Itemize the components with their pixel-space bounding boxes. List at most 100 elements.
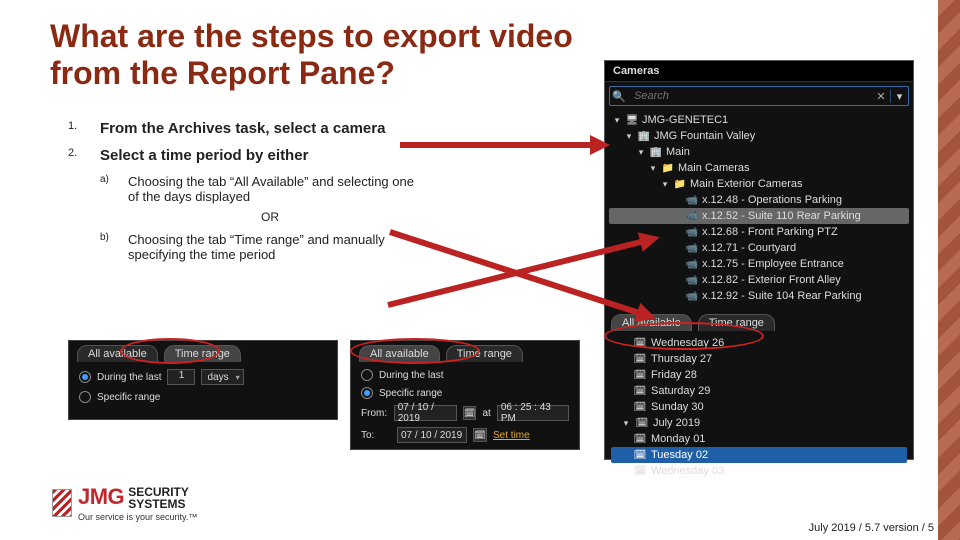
day-item[interactable]: Wednesday 03 bbox=[611, 463, 907, 479]
calendar-icon[interactable]: 🗓 bbox=[463, 406, 476, 420]
radio-specific-range[interactable] bbox=[361, 387, 373, 399]
logo-mark bbox=[52, 489, 72, 517]
tab-time-range[interactable]: Time range bbox=[446, 345, 523, 362]
cameras-panel: Cameras 🔍 ✕ ▾ ▾JMG-GENETEC1▾JMG Fountain… bbox=[604, 60, 914, 460]
footer-meta: July 2019 / 5.7 version / 5 bbox=[809, 522, 934, 534]
step-text: Select a time period by either bbox=[100, 147, 308, 164]
tree-item[interactable]: x.12.82 - Exterior Front Alley bbox=[609, 272, 909, 288]
step-2: 2. Select a time period by either bbox=[68, 147, 488, 164]
day-item[interactable]: Wednesday 26 bbox=[611, 335, 907, 351]
substep-a: a) Choosing the tab “All Available” and … bbox=[100, 174, 488, 204]
camera-tree: ▾JMG-GENETEC1▾JMG Fountain Valley▾Main▾M… bbox=[605, 110, 913, 308]
radio-label: Specific range bbox=[97, 392, 160, 403]
from-row: From: 07 / 10 / 2019 🗓 at 06 : 25 : 43 P… bbox=[351, 402, 579, 424]
search-input[interactable] bbox=[628, 87, 872, 105]
twisty-icon[interactable]: ▾ bbox=[648, 163, 658, 174]
logo-text-main: JMG bbox=[78, 484, 124, 510]
radio-during-last[interactable] bbox=[361, 369, 373, 381]
calendar-chip-icon bbox=[633, 401, 647, 413]
tree-item-label: Main Cameras bbox=[678, 162, 909, 174]
step-text: From the Archives task, select a camera bbox=[100, 120, 385, 137]
month-row[interactable]: ▾July 2019 bbox=[611, 415, 907, 431]
radio-label: During the last bbox=[379, 370, 443, 381]
day-item[interactable]: Monday 01 bbox=[611, 431, 907, 447]
calendar-chip-icon bbox=[633, 369, 647, 381]
tree-item[interactable]: x.12.75 - Employee Entrance bbox=[609, 256, 909, 272]
specific-range-row[interactable]: Specific range bbox=[351, 384, 579, 402]
day-item[interactable]: Sunday 30 bbox=[611, 399, 907, 415]
from-date-input[interactable]: 07 / 10 / 2019 bbox=[394, 405, 457, 421]
day-label: Wednesday 03 bbox=[651, 465, 724, 477]
calendar-icon[interactable]: 🗓 bbox=[473, 428, 487, 442]
radio-label: During the last bbox=[97, 372, 161, 383]
twisty-icon[interactable]: ▾ bbox=[624, 131, 634, 142]
radio-during-last[interactable] bbox=[79, 371, 91, 383]
logo-tagline: Our service is your security.™ bbox=[78, 512, 197, 522]
tree-item[interactable]: ▾JMG Fountain Valley bbox=[609, 128, 909, 144]
day-item[interactable]: Friday 28 bbox=[611, 367, 907, 383]
to-label: To: bbox=[361, 430, 391, 441]
site-icon bbox=[649, 146, 663, 158]
camera-icon bbox=[685, 242, 699, 254]
twisty-icon[interactable]: ▾ bbox=[612, 115, 622, 126]
time-range-screenshot-1: All available Time range During the last… bbox=[68, 340, 338, 420]
substeps: a) Choosing the tab “All Available” and … bbox=[100, 174, 488, 262]
twisty-icon[interactable]: ▾ bbox=[660, 179, 670, 190]
tree-item[interactable]: ▾ Main Cameras bbox=[609, 160, 909, 176]
to-date-input[interactable]: 07 / 10 / 2019 bbox=[397, 427, 467, 443]
filter-icon[interactable]: ▾ bbox=[890, 90, 908, 103]
radio-label: Specific range bbox=[379, 388, 442, 399]
tab-all-available[interactable]: All available bbox=[77, 345, 158, 362]
folder-icon bbox=[661, 162, 675, 174]
unit-select[interactable]: days bbox=[201, 369, 243, 385]
site-icon bbox=[637, 130, 651, 142]
substep-text: Choosing the tab “Time range” and manual… bbox=[128, 232, 428, 262]
day-label: Thursday 27 bbox=[651, 353, 712, 365]
clear-icon[interactable]: ✕ bbox=[872, 90, 890, 103]
day-item[interactable]: Thursday 27 bbox=[611, 351, 907, 367]
tab-time-range[interactable]: Time range bbox=[698, 314, 775, 331]
tree-item[interactable]: x.12.52 - Suite 110 Rear Parking bbox=[609, 208, 909, 224]
folder-icon bbox=[673, 178, 687, 190]
camera-icon bbox=[685, 274, 699, 286]
tree-item[interactable]: x.12.92 - Suite 104 Rear Parking bbox=[609, 288, 909, 304]
tree-item[interactable]: ▾ Main bbox=[609, 144, 909, 160]
calendar-chip-icon bbox=[633, 465, 647, 477]
day-label: Sunday 30 bbox=[651, 401, 704, 413]
set-time-link[interactable]: Set time bbox=[493, 430, 530, 441]
from-time-input[interactable]: 06 : 25 : 43 PM bbox=[497, 405, 569, 421]
step-1: 1. From the Archives task, select a came… bbox=[68, 120, 488, 137]
substep-letter: b) bbox=[100, 232, 128, 262]
day-item[interactable]: Tuesday 02 bbox=[611, 447, 907, 463]
camera-icon bbox=[685, 210, 699, 222]
during-last-row[interactable]: During the last 1 days bbox=[69, 366, 337, 388]
tree-item[interactable]: x.12.48 - Operations Parking bbox=[609, 192, 909, 208]
tree-item[interactable]: ▾ JMG-GENETEC1 bbox=[609, 112, 909, 128]
tree-item[interactable]: ▾Main Exterior Cameras bbox=[609, 176, 909, 192]
camera-icon bbox=[685, 258, 699, 270]
duration-input[interactable]: 1 bbox=[167, 369, 195, 385]
to-row: To: 07 / 10 / 2019 🗓 Set time bbox=[351, 424, 579, 446]
calendar-chip-icon bbox=[633, 385, 647, 397]
twisty-icon[interactable]: ▾ bbox=[621, 418, 631, 429]
server-icon bbox=[625, 114, 639, 126]
tree-item-label: x.12.52 - Suite 110 Rear Parking bbox=[702, 210, 909, 222]
day-label: Saturday 29 bbox=[651, 385, 710, 397]
slide-accent bbox=[938, 0, 960, 540]
calendar-chip-icon bbox=[635, 417, 649, 429]
tab-all-available[interactable]: All available bbox=[359, 345, 440, 362]
day-item[interactable]: Saturday 29 bbox=[611, 383, 907, 399]
tree-item-label: Main bbox=[666, 146, 909, 158]
company-logo: JMG SECURITY SYSTEMS Our service is your… bbox=[52, 484, 197, 522]
tree-item-label: JMG-GENETEC1 bbox=[642, 114, 909, 126]
tree-item-label: x.12.75 - Employee Entrance bbox=[702, 258, 909, 270]
twisty-icon[interactable]: ▾ bbox=[636, 147, 646, 158]
day-label: Tuesday 02 bbox=[651, 449, 708, 461]
tab-time-range[interactable]: Time range bbox=[164, 345, 241, 362]
radio-specific-range[interactable] bbox=[79, 391, 91, 403]
search-row: 🔍 ✕ ▾ bbox=[609, 86, 909, 106]
specific-range-row[interactable]: Specific range bbox=[69, 388, 337, 406]
during-last-row[interactable]: During the last bbox=[351, 366, 579, 384]
slide-title: What are the steps to export video from … bbox=[50, 18, 610, 92]
from-label: From: bbox=[361, 408, 388, 419]
